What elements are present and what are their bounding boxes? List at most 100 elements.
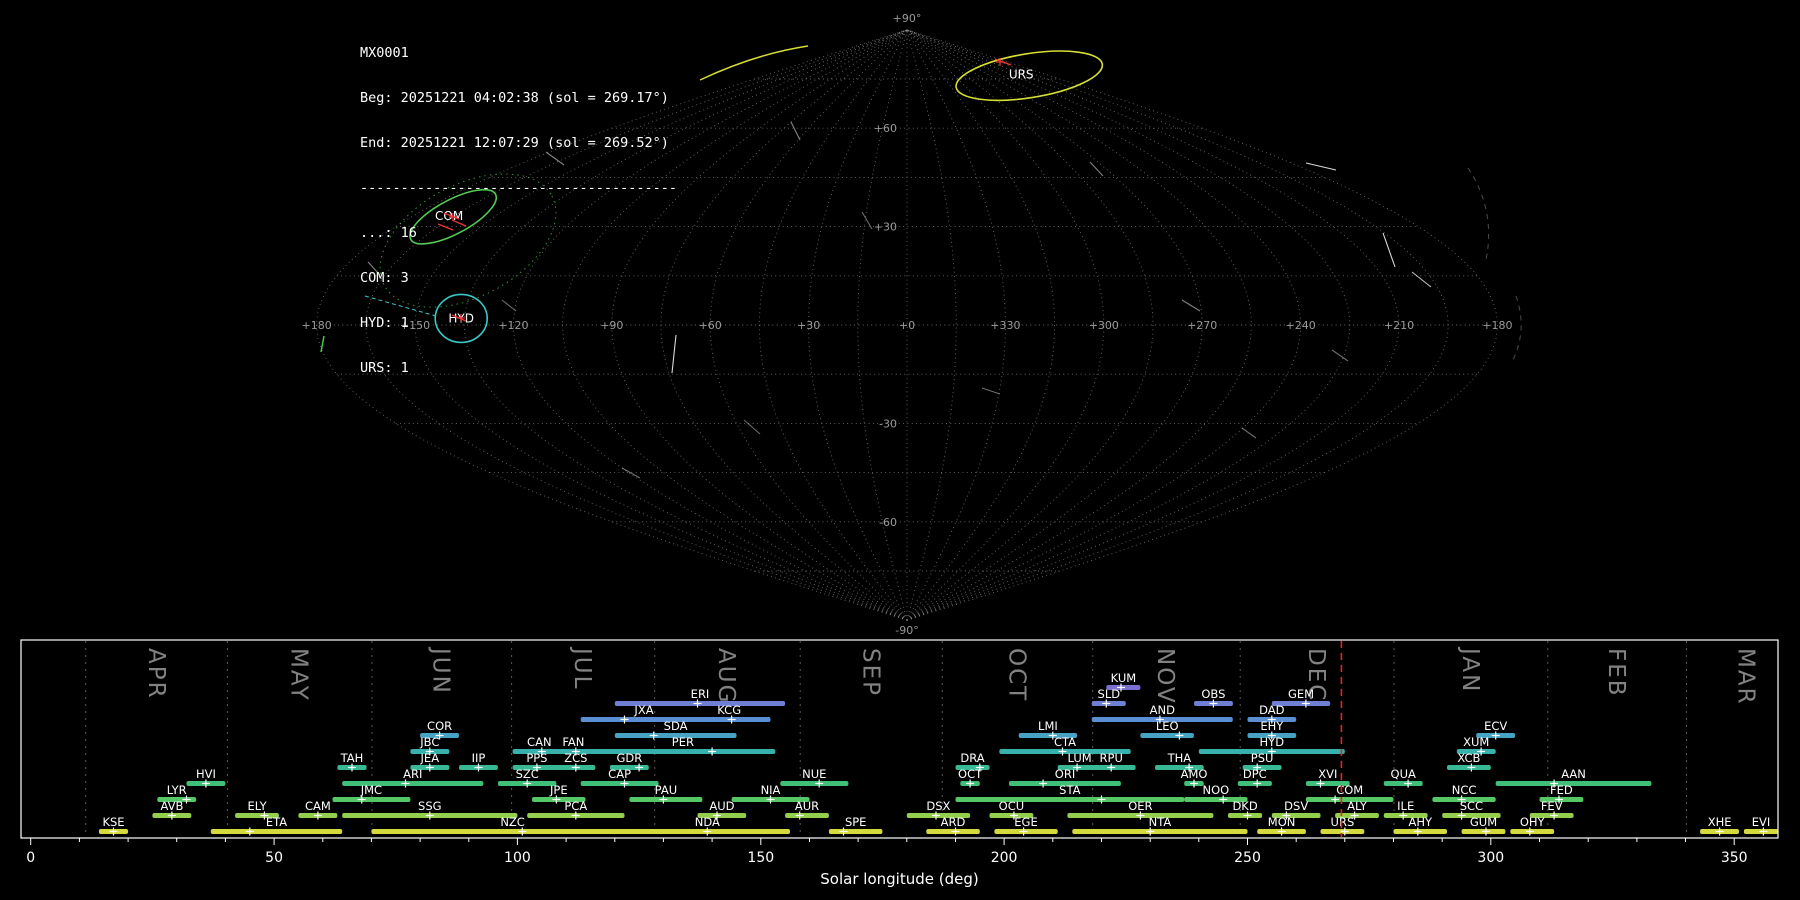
info-panel: MX0001 Beg: 20251221 04:02:38 (sol = 269…	[360, 16, 677, 391]
month-label: MAY	[285, 648, 311, 702]
meteor-trail	[791, 122, 800, 140]
lon-label: +240	[1285, 319, 1315, 332]
session-end: End: 20251221 12:07:29 (sol = 269.52°)	[360, 136, 677, 151]
x-tick-label: 0	[26, 850, 35, 866]
shower-label: PER	[672, 735, 694, 749]
shower-label: XHE	[1708, 815, 1732, 829]
meridian-line	[809, 30, 907, 620]
x-tick-label: 150	[747, 850, 774, 866]
shower-label: ZCS	[564, 751, 587, 765]
shower-label: CTA	[1054, 735, 1076, 749]
month-label: SEP	[857, 648, 883, 697]
meteor-trail	[1242, 428, 1256, 438]
lat-label: +60	[874, 122, 897, 135]
shower-label: DRA	[960, 751, 984, 765]
radiant-label-urs: URS	[1009, 68, 1034, 82]
shower-label: JBC	[419, 735, 439, 749]
shower-label: PSU	[1251, 751, 1274, 765]
shower-label: SLD	[1098, 687, 1121, 701]
shower-label: DSX	[926, 799, 950, 813]
shower-label: AMO	[1181, 767, 1208, 781]
shower-label: ALY	[1347, 799, 1368, 813]
shower-bar-nzc	[371, 829, 653, 834]
station-id: MX0001	[360, 46, 677, 61]
shower-label: ILE	[1397, 799, 1414, 813]
shower-label: FEV	[1541, 799, 1563, 813]
lon-label: +60	[699, 319, 722, 332]
lon-label: +30	[797, 319, 820, 332]
meteor-trail	[622, 468, 640, 478]
shower-label: AND	[1150, 703, 1175, 717]
x-tick-label: 350	[1721, 850, 1748, 866]
shower-label: PPS	[526, 751, 547, 765]
count-urs: URS: 1	[360, 361, 677, 376]
shower-label: NCC	[1452, 783, 1477, 797]
shower-label: SPE	[845, 815, 867, 829]
shower-label: EVI	[1752, 815, 1771, 829]
shower-label: SDA	[664, 719, 688, 733]
shower-label: ERI	[691, 687, 710, 701]
shower-label: XCB	[1457, 751, 1480, 765]
shower-label: LYR	[167, 783, 187, 797]
shower-label: NDA	[695, 815, 720, 829]
x-tick-label: 200	[991, 850, 1018, 866]
lon-label: +0	[899, 319, 915, 332]
shower-label: COR	[427, 719, 452, 733]
shower-bar-aan	[1496, 781, 1652, 786]
shower-label: AAN	[1561, 767, 1586, 781]
month-label: OCT	[1003, 648, 1029, 702]
shower-label: JMC	[360, 783, 382, 797]
month-label: APR	[143, 648, 169, 700]
meteor-trail	[982, 388, 1000, 394]
shower-label: ORI	[1055, 767, 1075, 781]
meteor-trail	[1332, 350, 1348, 361]
month-label: JUL	[569, 646, 595, 690]
shower-label: CAM	[305, 799, 331, 813]
shower-label: RPU	[1100, 751, 1123, 765]
shower-bar-nue	[780, 781, 848, 786]
shower-label: ELY	[248, 799, 268, 813]
shower-bar-qua	[1384, 781, 1423, 786]
shower-label: SSG	[418, 799, 442, 813]
edge-tick	[321, 336, 324, 352]
shower-label: AUD	[709, 799, 734, 813]
shower-label: LUM	[1068, 751, 1092, 765]
x-tick-label: 100	[504, 850, 531, 866]
shower-bar-eta	[211, 829, 342, 834]
shower-label: HYD	[1260, 735, 1285, 749]
meteor-trail	[1306, 163, 1336, 170]
x-axis-title: Solar longitude (deg)	[820, 870, 978, 888]
lat-label: +90°	[893, 12, 922, 25]
shower-label: MON	[1268, 815, 1296, 829]
lat-label: +30	[874, 221, 897, 234]
lon-label: +330	[990, 319, 1020, 332]
shower-label: GEM	[1288, 687, 1314, 701]
month-label: MAR	[1732, 648, 1758, 706]
meridian-line	[907, 30, 1055, 620]
meteor-trail	[744, 420, 760, 434]
x-tick-label: 300	[1477, 850, 1504, 866]
shower-label: COM	[1336, 783, 1363, 797]
shower-label: STA	[1059, 783, 1080, 797]
shower-label: DKD	[1232, 799, 1257, 813]
shower-label: XUM	[1463, 735, 1489, 749]
shower-label: ETA	[266, 815, 287, 829]
shower-label: DAD	[1259, 703, 1285, 717]
shower-label: URS	[1331, 815, 1355, 829]
month-label: NOV	[1152, 648, 1178, 705]
meteor-trail	[1182, 300, 1200, 311]
lon-label: +300	[1089, 319, 1119, 332]
shower-label: DSV	[1284, 799, 1308, 813]
count-hyd: HYD: 1	[360, 316, 677, 331]
shower-label: NIA	[761, 783, 781, 797]
shower-label: LMI	[1038, 719, 1058, 733]
shower-label: OER	[1128, 799, 1152, 813]
meridian-line	[907, 30, 1399, 620]
radiant-activity-plot: +180+150+120+90+60+30+0+330+300+270+240+…	[0, 0, 1800, 900]
shower-label: ARI	[403, 767, 422, 781]
shower-label: DPC	[1243, 767, 1267, 781]
shower-label: JXA	[633, 703, 653, 717]
shower-label: XVI	[1318, 767, 1337, 781]
shower-bar-leo	[1140, 733, 1194, 738]
shower-label: CAP	[608, 767, 631, 781]
